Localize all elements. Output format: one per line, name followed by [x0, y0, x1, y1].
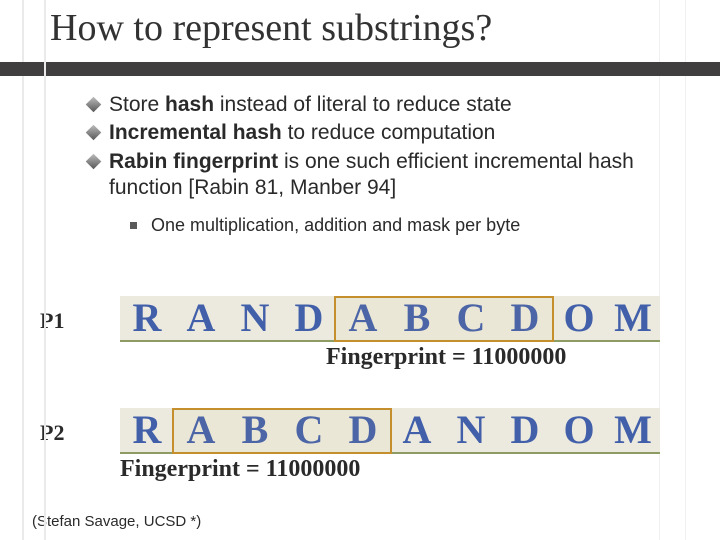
sequence-strip-p1: R A N D A B C D O M — [120, 296, 660, 342]
seq-char: D — [282, 296, 336, 340]
text: instead of literal to reduce state — [214, 93, 512, 116]
bullet-item: Store hash instead of literal to reduce … — [88, 92, 688, 118]
text-bold: Incremental hash — [109, 121, 282, 144]
seq-char: O — [552, 408, 606, 452]
seq-char: C — [444, 296, 498, 340]
sequence-label-p1: P1 — [40, 308, 64, 334]
seq-char: M — [606, 408, 660, 452]
fingerprint-caption-p1: Fingerprint = 11000000 — [326, 344, 566, 371]
seq-char: B — [228, 408, 282, 452]
seq-char: D — [498, 296, 552, 340]
bullet-item: Rabin fingerprint is one such efficient … — [88, 149, 688, 202]
square-bullet-icon — [130, 222, 137, 229]
seq-char: R — [120, 408, 174, 452]
bg-guide — [685, 0, 686, 540]
seq-char: N — [228, 296, 282, 340]
bullet-text: Rabin fingerprint is one such efficient … — [109, 149, 688, 202]
seq-char: D — [498, 408, 552, 452]
diamond-bullet-icon — [86, 125, 102, 141]
sequence-label-p2: P2 — [40, 420, 64, 446]
seq-char: R — [120, 296, 174, 340]
seq-char: N — [444, 408, 498, 452]
seq-char: A — [174, 296, 228, 340]
text: Store — [109, 93, 165, 116]
text-bold: Rabin fingerprint — [109, 150, 278, 173]
footer-attribution: (Stefan Savage, UCSD *) — [32, 513, 201, 530]
bullet-text: Incremental hash to reduce computation — [109, 120, 688, 146]
bullet-item: Incremental hash to reduce computation — [88, 120, 688, 146]
seq-char: C — [282, 408, 336, 452]
seq-char: B — [390, 296, 444, 340]
seq-char: D — [336, 408, 390, 452]
seq-char: M — [606, 296, 660, 340]
text: to reduce computation — [282, 121, 496, 144]
sub-bullet-item: One multiplication, addition and mask pe… — [130, 215, 688, 236]
bullet-text: Store hash instead of literal to reduce … — [109, 92, 688, 118]
slide-title: How to represent substrings? — [50, 6, 690, 50]
title-underline — [0, 62, 720, 76]
slide: How to represent substrings? Store hash … — [0, 0, 720, 540]
seq-char: A — [336, 296, 390, 340]
text-bold: hash — [165, 93, 214, 116]
sub-bullet-text: One multiplication, addition and mask pe… — [151, 215, 520, 236]
bg-guide — [659, 0, 660, 540]
fingerprint-caption-p2: Fingerprint = 11000000 — [120, 456, 360, 483]
slide-body: Store hash instead of literal to reduce … — [88, 92, 688, 236]
diamond-bullet-icon — [86, 153, 102, 169]
seq-char: A — [390, 408, 444, 452]
seq-char: A — [174, 408, 228, 452]
seq-char: O — [552, 296, 606, 340]
diamond-bullet-icon — [86, 97, 102, 113]
sequence-strip-p2: R A B C D A N D O M — [120, 408, 660, 454]
